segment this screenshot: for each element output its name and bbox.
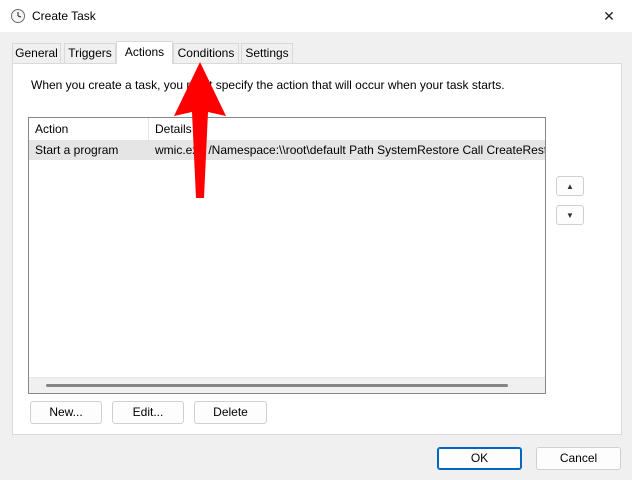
edit-action-button[interactable]: Edit... (112, 401, 184, 424)
scrollbar-thumb[interactable] (46, 384, 508, 387)
tab-actions[interactable]: Actions (116, 41, 173, 64)
move-up-button[interactable]: ▲ (556, 176, 584, 196)
tab-triggers[interactable]: Triggers (64, 43, 116, 63)
row-action: Start a program (35, 143, 119, 157)
new-action-button[interactable]: New... (30, 401, 102, 424)
close-button[interactable]: ✕ (586, 0, 632, 32)
list-header: Action Details (29, 118, 545, 141)
list-item[interactable]: Start a program wmic.exe /Namespace:\\ro… (29, 140, 545, 160)
delete-action-button[interactable]: Delete (194, 401, 267, 424)
window-title: Create Task (32, 9, 96, 23)
actions-description: When you create a task, you must specify… (31, 78, 505, 92)
tab-conditions[interactable]: Conditions (173, 43, 239, 63)
actions-panel: When you create a task, you must specify… (12, 63, 622, 435)
tab-settings[interactable]: Settings (241, 43, 293, 63)
chevron-down-icon: ▼ (566, 210, 574, 220)
column-header-action[interactable]: Action (29, 118, 149, 140)
cancel-button[interactable]: Cancel (536, 447, 621, 470)
column-header-details[interactable]: Details (149, 118, 545, 140)
tab-general[interactable]: General (12, 43, 61, 63)
move-down-button[interactable]: ▼ (556, 205, 584, 225)
title-bar: Create Task ✕ (0, 0, 632, 32)
ok-button[interactable]: OK (437, 447, 522, 470)
clock-icon (11, 9, 25, 23)
row-details: wmic.exe /Namespace:\\root\default Path … (155, 143, 545, 157)
actions-list[interactable]: Action Details Start a program wmic.exe … (28, 117, 546, 394)
horizontal-scrollbar[interactable] (29, 377, 545, 393)
close-icon: ✕ (603, 7, 615, 24)
chevron-up-icon: ▲ (566, 181, 574, 191)
